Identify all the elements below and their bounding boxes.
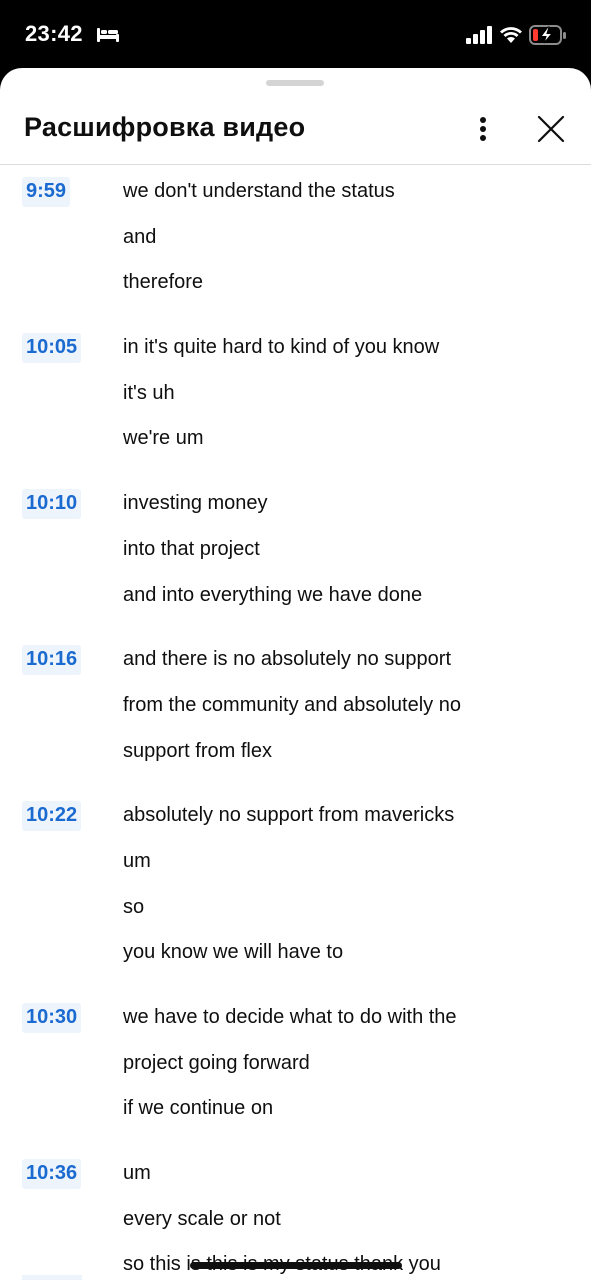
close-icon	[537, 115, 565, 143]
transcript-line: absolutely no support from mavericks	[123, 804, 455, 827]
transcript-line: we have to decide what to do with the	[123, 1006, 457, 1028]
transcript-segment[interactable]: 10:30 we have to decide what to do with t…	[0, 991, 591, 1147]
transcript-line: we don't understand the status	[123, 180, 395, 202]
status-time: 23:42	[25, 21, 83, 46]
timestamp-link[interactable]: 10:22	[22, 801, 82, 832]
transcript-segment[interactable]: 10:36umevery scale or notso this is this…	[0, 1147, 591, 1280]
transcript-line: and	[123, 225, 157, 248]
transcript-line: if we continue on	[123, 1097, 274, 1120]
transcript-line: so	[123, 895, 145, 918]
bed-icon	[97, 28, 119, 42]
transcript-line: you know we will have to	[123, 941, 344, 964]
transcript-line: it's uh	[123, 381, 175, 404]
status-bar: 23:42	[0, 0, 591, 68]
transcript-line: and there is no absolutely no support	[123, 648, 451, 671]
transcript-line: into that project	[123, 537, 260, 560]
timestamp-link[interactable]: 10:36	[22, 1159, 82, 1190]
sheet-drag-handle[interactable]	[266, 80, 324, 86]
more-vertical-icon	[480, 117, 486, 141]
sheet-title: Расшифровка видео	[24, 112, 306, 142]
wifi-icon	[500, 27, 522, 43]
home-indicator[interactable]	[190, 1262, 402, 1269]
timestamp-link[interactable]: 10:10	[22, 489, 82, 520]
transcript-line: from the community and absolutely no	[123, 693, 461, 716]
transcript-sheet: Расшифровка видео 9:59 we don't understan…	[0, 68, 591, 1280]
transcript-line: project going forward	[123, 1051, 310, 1074]
transcript-segment[interactable]: 10:10 investing money into that project and…	[0, 477, 591, 633]
more-options-button[interactable]	[464, 110, 502, 148]
transcript-list[interactable]: 9:59 we don't understand the status and the…	[0, 165, 591, 1280]
partial-timestamp[interactable]	[22, 1275, 82, 1280]
timestamp-link[interactable]: 10:30	[22, 1003, 82, 1033]
transcript-segment[interactable]: 10:05 in it's quite hard to kind of you k…	[0, 321, 591, 477]
transcript-line: um	[123, 1162, 151, 1185]
transcript-segment[interactable]: 9:59 we don't understand the status and the…	[0, 165, 591, 321]
transcript-line: therefore	[123, 271, 204, 294]
transcript-segment[interactable]: 10:22 absolutely no support from maverick…	[0, 789, 591, 991]
timestamp-link[interactable]: 10:05	[22, 333, 82, 364]
transcript-line: um	[123, 849, 151, 872]
timestamp-link[interactable]: 9:59	[22, 177, 71, 207]
transcript-line: support from flex	[123, 739, 272, 762]
transcript-line: investing money	[123, 492, 268, 515]
transcript-line: in it's quite hard to kind of you know	[123, 336, 440, 359]
battery-low-charging-icon	[529, 25, 566, 45]
close-button[interactable]	[530, 110, 572, 150]
timestamp-link[interactable]: 10:16	[22, 645, 82, 676]
transcript-line: every scale or not	[123, 1207, 281, 1230]
transcript-segment[interactable]: 10:16 and there is no absolutely no suppo…	[0, 633, 591, 789]
cellular-signal-icon	[466, 26, 492, 44]
transcript-line: we're um	[123, 427, 204, 450]
transcript-line: and into everything we have done	[123, 583, 423, 606]
